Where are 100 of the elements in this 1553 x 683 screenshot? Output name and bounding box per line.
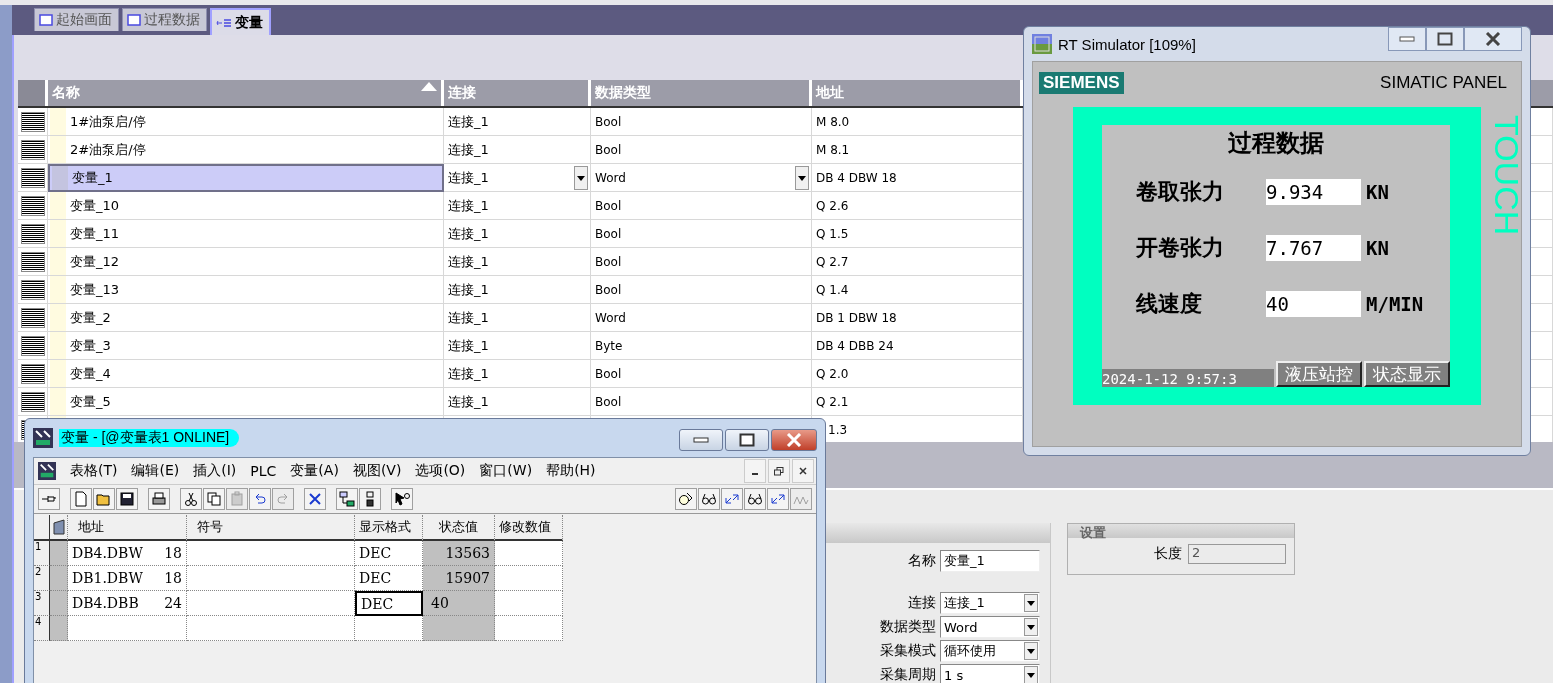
table-cell-text: DB 4 DBB 24 xyxy=(815,338,894,353)
status-cell xyxy=(423,616,495,641)
screen-button[interactable]: 液压站控 xyxy=(1276,361,1362,387)
row-selector[interactable] xyxy=(20,111,45,132)
panel-label: SIMATIC PANEL xyxy=(1380,73,1507,93)
table-cell-text: Q 2.1 xyxy=(815,394,849,409)
row-selector[interactable] xyxy=(20,195,45,216)
column-header: 状态值 xyxy=(423,515,495,541)
restore-button[interactable] xyxy=(768,459,790,483)
menu-item[interactable]: 帮助(H) xyxy=(546,462,596,480)
row-status-strip xyxy=(50,192,66,219)
dropdown-field[interactable]: 1 s xyxy=(940,664,1040,683)
dropdown-button[interactable] xyxy=(795,166,809,190)
row-selector[interactable] xyxy=(20,167,45,188)
row-selector[interactable] xyxy=(20,279,45,300)
close-button[interactable] xyxy=(1464,27,1522,51)
caret-icon xyxy=(577,175,585,181)
menu-item[interactable]: 窗口(W) xyxy=(479,462,533,480)
field-label: 开卷张力 xyxy=(1136,233,1225,262)
dropdown-button[interactable] xyxy=(574,166,588,190)
copy-tool-icon[interactable] xyxy=(203,488,225,510)
dropdown-field[interactable]: 连接_1 xyxy=(940,592,1040,614)
minimize-button[interactable] xyxy=(744,459,766,483)
menu-item[interactable]: 视图(V) xyxy=(352,462,402,480)
value-field[interactable]: 9.934 xyxy=(1266,179,1361,205)
table-cell-text: 连接_1 xyxy=(447,196,489,215)
row-status-strip xyxy=(50,332,66,359)
save-tool-icon[interactable] xyxy=(116,488,138,510)
tab[interactable]: 起始画面 xyxy=(34,8,119,31)
menu-item[interactable]: 插入(I) xyxy=(193,462,237,480)
print-tool-icon[interactable] xyxy=(148,488,170,510)
app-icon xyxy=(1032,34,1052,54)
tag-name: 变量_1 xyxy=(71,169,113,187)
format-cell[interactable] xyxy=(355,616,423,641)
tag-name: 变量_13 xyxy=(69,280,120,299)
menu-item[interactable]: 表格(T) xyxy=(70,462,118,480)
row-status-strip xyxy=(50,276,66,303)
table-cell-text: Bool xyxy=(594,114,622,129)
group-title: 设置 xyxy=(1080,525,1106,540)
delete-tool-icon[interactable] xyxy=(304,488,326,510)
row-selector[interactable] xyxy=(20,363,45,384)
screen-button[interactable]: 状态显示 xyxy=(1364,361,1450,387)
tab[interactable]: 变量 xyxy=(210,8,271,35)
value-field[interactable]: 40 xyxy=(1266,291,1361,317)
row-selector[interactable] xyxy=(20,307,45,328)
close-icon xyxy=(1484,32,1502,46)
table-cell-text: Word xyxy=(594,170,626,185)
menu-item[interactable]: 变量(A) xyxy=(290,462,339,480)
tag-name: 变量_4 xyxy=(69,364,111,383)
row-number: 4 xyxy=(34,616,50,641)
row-selector[interactable] xyxy=(20,251,45,272)
select-all-cell[interactable] xyxy=(18,80,48,106)
row-selector[interactable] xyxy=(20,139,45,160)
glasses-tool-icon[interactable] xyxy=(744,488,766,510)
format-cell[interactable]: DEC xyxy=(355,541,423,566)
row-selector[interactable] xyxy=(20,223,45,244)
table-corner-icon xyxy=(52,519,65,535)
glasses-tool-icon[interactable] xyxy=(698,488,720,510)
menu-item[interactable]: 选项(O) xyxy=(415,462,466,480)
row-status-strip xyxy=(52,166,68,190)
table-cell-text: DB 1 DBW 18 xyxy=(815,310,897,325)
row-status-strip xyxy=(50,304,66,331)
value-field[interactable]: 7.767 xyxy=(1266,235,1361,261)
cut-tool-icon[interactable] xyxy=(180,488,202,510)
row-selector[interactable] xyxy=(20,391,45,412)
maximize-button[interactable] xyxy=(1426,27,1464,51)
table-cell-text: Q 2.6 xyxy=(815,198,849,213)
maximize-button[interactable] xyxy=(725,429,769,451)
dropdown-field[interactable]: 循环使用 xyxy=(940,640,1040,662)
address-offset: 18 xyxy=(164,545,182,561)
dropdown-field[interactable]: Word xyxy=(940,616,1040,638)
table-cell-text: 连接_1 xyxy=(447,308,489,327)
format-cell[interactable]: DEC xyxy=(355,566,423,591)
table-cell-text: M 8.1 xyxy=(815,142,850,157)
table-cell-text: Q 1.4 xyxy=(815,282,849,297)
row-selector[interactable] xyxy=(20,335,45,356)
close-button[interactable] xyxy=(792,459,814,483)
table-cell-text: Q 1.5 xyxy=(815,226,849,241)
help-tool-icon[interactable] xyxy=(391,488,413,510)
address-text: DB4.DBW xyxy=(72,545,143,561)
selected-row-cell[interactable]: 变量_1 xyxy=(48,164,444,192)
new-tool-icon[interactable] xyxy=(70,488,92,510)
undo-tool-icon[interactable] xyxy=(249,488,271,510)
menu-item[interactable]: 编辑(E) xyxy=(131,462,180,480)
close-button[interactable] xyxy=(771,429,817,451)
open-tool-icon[interactable] xyxy=(93,488,115,510)
name-field[interactable]: 变量_1 xyxy=(940,550,1040,572)
field-label: 数据类型 xyxy=(880,618,936,636)
screen-icon xyxy=(127,14,141,26)
selected-cell[interactable]: DEC xyxy=(355,591,423,616)
minimize-icon xyxy=(693,437,709,443)
tag-name: 变量_5 xyxy=(69,392,111,411)
tag-name: 变量_3 xyxy=(69,336,111,355)
column-header: 地址 xyxy=(68,515,187,541)
table-cell-text: 连接_1 xyxy=(447,280,489,299)
row-status-strip xyxy=(50,136,66,163)
menu-item[interactable]: PLC xyxy=(250,463,277,479)
tab[interactable]: 过程数据 xyxy=(122,8,207,31)
row-number: 3 xyxy=(34,591,50,616)
table-cell-text: 连接_1 xyxy=(447,168,489,187)
